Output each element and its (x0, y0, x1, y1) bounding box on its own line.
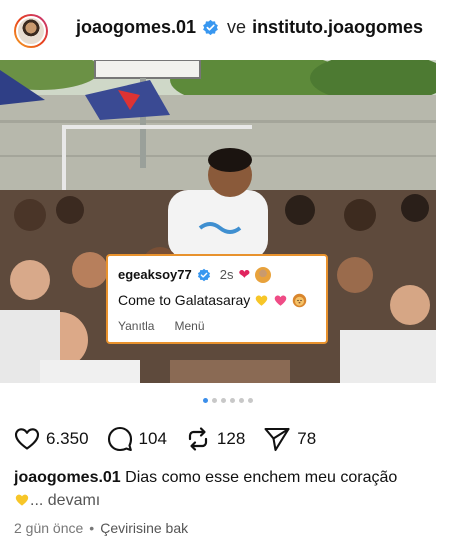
comment-text: Come to Galatasaray (118, 292, 251, 308)
carousel-dot[interactable] (212, 398, 217, 403)
meta-separator: • (89, 520, 95, 536)
paper-plane-icon (264, 427, 290, 452)
collaborator-username[interactable]: instituto.joaogomes (252, 17, 423, 38)
post-caption: joaogomes.01 Dias como esse enchem meu c… (14, 466, 444, 512)
highlighted-comment[interactable]: egeaksoy77 2s ❤ Come to Galatasaray Yanı… (106, 254, 328, 344)
comment-actions: Yanıtla Menü (118, 319, 205, 333)
yellow-heart-emoji-icon (15, 494, 29, 506)
carousel-dot[interactable] (230, 398, 235, 403)
see-translation-link[interactable]: Çevirisine bak (100, 520, 188, 536)
profile-avatar[interactable] (14, 14, 48, 48)
comment-username[interactable]: egeaksoy77 (118, 267, 192, 282)
pink-heart-emoji-icon (275, 294, 287, 306)
verified-badge-icon (197, 268, 210, 281)
comment-text-line: Come to Galatasaray (118, 292, 307, 308)
comment-time: 2s (219, 267, 234, 282)
caption-more-button[interactable]: ... devamı (30, 492, 100, 509)
like-button[interactable]: 6.350 (14, 427, 89, 451)
comment-button[interactable]: 104 (107, 426, 167, 452)
share-count: 78 (297, 429, 317, 448)
carousel-indicator (0, 398, 456, 403)
caption-text: Dias como esse enchem meu coração (125, 469, 398, 486)
share-button[interactable]: 78 (263, 426, 316, 452)
reply-button[interactable]: Yanıtla (118, 319, 154, 333)
heart-filled-icon: ❤ (238, 266, 251, 282)
verified-badge-icon (203, 19, 218, 36)
caption-username[interactable]: joaogomes.01 (14, 469, 121, 486)
like-count: 6.350 (46, 429, 89, 448)
carousel-dot-active[interactable] (203, 398, 208, 403)
heart-outline-icon (14, 428, 40, 450)
liker-avatar (255, 266, 272, 283)
post-header: joaogomes.01 ve instituto.joaogomes (0, 0, 456, 60)
repost-button[interactable]: 128 (185, 426, 245, 452)
yellow-heart-emoji-icon (256, 294, 268, 306)
avatar-image (16, 16, 46, 46)
carousel-dot[interactable] (239, 398, 244, 403)
post-time: 2 gün önce (14, 520, 84, 536)
post-meta: 2 gün önce • Çevirisine bak (14, 520, 188, 536)
comment-bubble-icon (107, 426, 132, 452)
action-bar: 6.350 104 128 78 (14, 424, 334, 454)
author-line: joaogomes.01 ve instituto.joaogomes (76, 17, 423, 38)
lion-emoji-icon (293, 293, 307, 307)
conjunction-text: ve (227, 17, 247, 37)
carousel-dot[interactable] (221, 398, 226, 403)
carousel-dot[interactable] (248, 398, 253, 403)
repost-icon (188, 427, 208, 451)
comment-header: egeaksoy77 2s ❤ (118, 266, 272, 283)
author-username[interactable]: joaogomes.01 (76, 17, 196, 38)
comment-count: 104 (138, 429, 167, 448)
repost-count: 128 (216, 429, 246, 448)
menu-button[interactable]: Menü (174, 319, 204, 333)
